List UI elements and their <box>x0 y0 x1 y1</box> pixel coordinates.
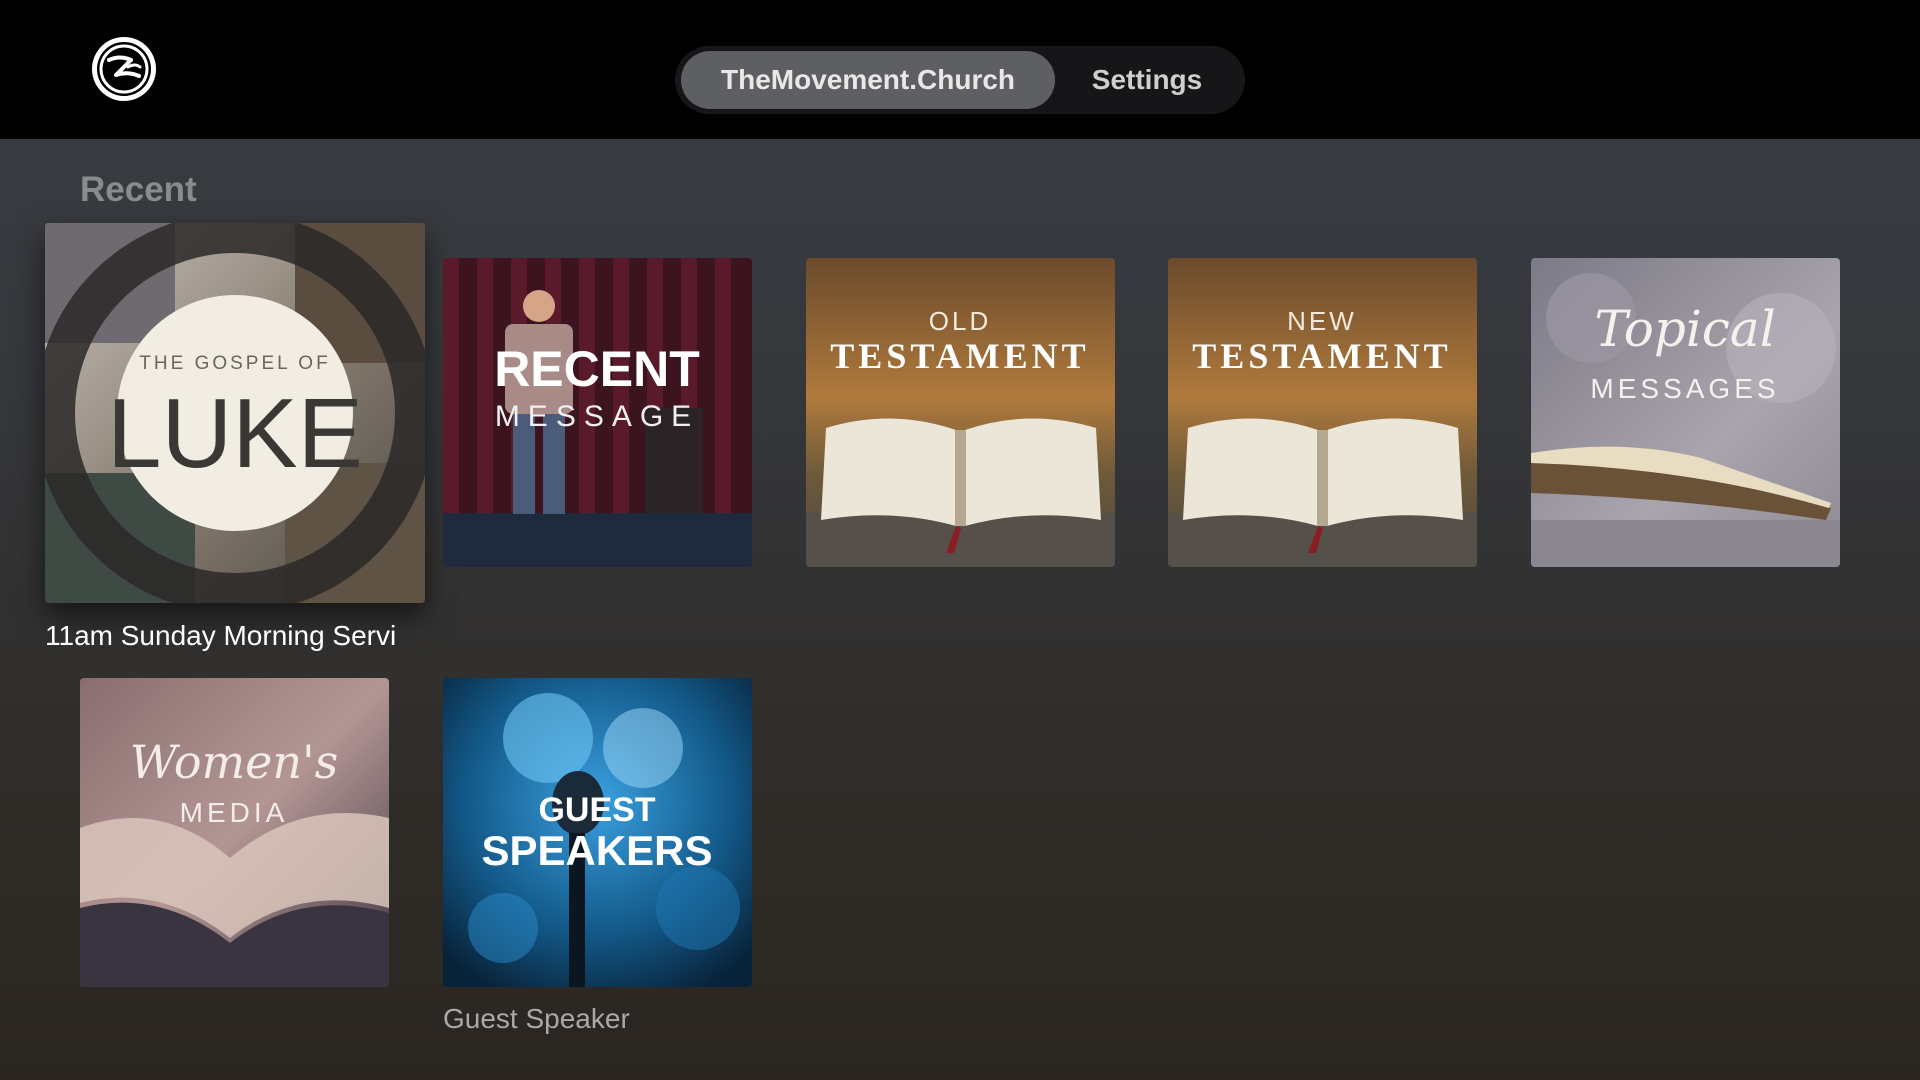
new-testament-art-main-text: TESTAMENT <box>1192 336 1451 376</box>
topical-messages-artwork: Topical MESSAGES <box>1531 258 1840 567</box>
womens-media-artwork: Women's MEDIA <box>80 678 389 987</box>
tab-themovement-church[interactable]: TheMovement.Church <box>681 51 1055 109</box>
luke-art-main-text: LUKE <box>107 378 363 488</box>
recent-art-top-text: RECENT <box>494 341 700 397</box>
top-bar: TheMovement.Church Settings <box>0 0 1920 139</box>
guest-art-main-text: SPEAKERS <box>481 827 712 874</box>
gospel-of-luke-artwork: THE GOSPEL OF LUKE <box>45 223 425 603</box>
card-guest-speakers[interactable]: GUEST SPEAKERS <box>443 678 752 987</box>
tab-settings[interactable]: Settings <box>1067 51 1227 109</box>
womens-art-top-text: Women's <box>130 735 339 789</box>
card-old-testament[interactable]: OLD TESTAMENT <box>806 258 1115 567</box>
card-recent-message[interactable]: RECENT MESSAGE <box>443 258 752 567</box>
old-testament-art-top-text: OLD <box>929 306 991 336</box>
topical-art-top-text: Topical <box>1594 300 1775 358</box>
card-gospel-of-luke[interactable]: THE GOSPEL OF LUKE <box>45 223 425 603</box>
caption-luke: 11am Sunday Morning Servi <box>45 620 397 651</box>
topical-art-main-text: MESSAGES <box>1590 373 1779 404</box>
luke-art-top-text: THE GOSPEL OF <box>139 353 330 374</box>
card-topical-messages[interactable]: Topical MESSAGES <box>1531 258 1840 567</box>
new-testament-artwork: NEW TESTAMENT <box>1168 258 1477 567</box>
recent-message-artwork: RECENT MESSAGE <box>443 258 752 567</box>
section-title: Recent <box>80 170 197 209</box>
old-testament-artwork: OLD TESTAMENT <box>806 258 1115 567</box>
old-testament-art-main-text: TESTAMENT <box>830 336 1089 376</box>
recent-art-main-text: MESSAGE <box>495 400 699 433</box>
card-womens-media[interactable]: Women's MEDIA <box>80 678 389 987</box>
guest-art-top-text: GUEST <box>538 791 655 829</box>
caption-guest-speaker: Guest Speaker <box>443 1003 630 1034</box>
tab-bar: TheMovement.Church Settings <box>675 46 1245 114</box>
church-logo-icon <box>90 35 158 103</box>
new-testament-art-top-text: NEW <box>1287 306 1357 336</box>
womens-art-main-text: MEDIA <box>180 797 289 828</box>
card-new-testament[interactable]: NEW TESTAMENT <box>1168 258 1477 567</box>
guest-speakers-artwork: GUEST SPEAKERS <box>443 678 752 987</box>
